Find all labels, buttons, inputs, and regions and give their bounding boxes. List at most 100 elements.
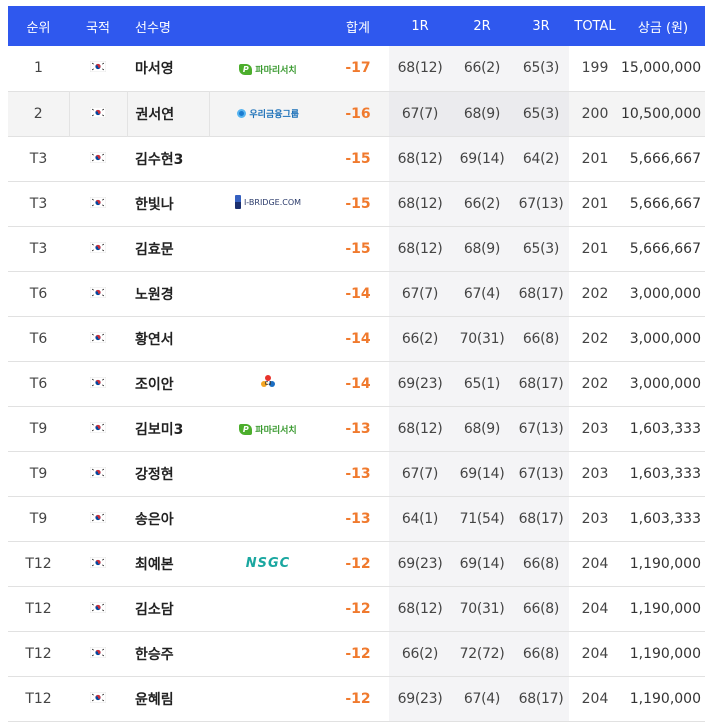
table-row[interactable]: T9 강정현 -13 67(7) 69(14) 67(13) 203 1,603,333 bbox=[8, 451, 705, 496]
sponsor-cell bbox=[209, 496, 327, 541]
round-2-score: 69(14) bbox=[451, 451, 513, 496]
table-row[interactable]: T6 조이안 CJ -14 69(23) 65(1) 68(17) 202 3,000,000 bbox=[8, 361, 705, 406]
table-row[interactable]: T6 황연서 -14 66(2) 70(31) 66(8) 202 3,000,000 bbox=[8, 316, 705, 361]
korea-flag-icon bbox=[89, 376, 107, 392]
total-strokes: 199 bbox=[581, 60, 609, 77]
round-2-score: 66(2) bbox=[451, 46, 513, 91]
round-1-score: 68(12) bbox=[389, 181, 451, 226]
round-1-score: 68(12) bbox=[389, 406, 451, 451]
korea-flag-icon bbox=[89, 286, 107, 302]
player-name-link[interactable]: 김효문 bbox=[127, 226, 209, 271]
round-1-score: 68(12) bbox=[389, 136, 451, 181]
korea-flag-icon bbox=[89, 601, 107, 617]
player-name-link[interactable]: 마서영 bbox=[127, 46, 209, 91]
table-row[interactable]: T12 김소담 -12 68(12) 70(31) 66(8) 204 1,190,000 bbox=[8, 586, 705, 631]
player-name-link[interactable]: 강정현 bbox=[127, 451, 209, 496]
header-rank: 순위 bbox=[26, 20, 51, 36]
table-row[interactable]: T12 최예본 NSGC -12 69(23) 69(14) 66(8) 204 1,190,0… bbox=[8, 541, 705, 586]
korea-flag-icon bbox=[89, 196, 107, 212]
player-name-link[interactable]: 김소담 bbox=[127, 586, 209, 631]
total-score: -13 bbox=[345, 465, 371, 482]
prize-money: 10,500,000 bbox=[621, 105, 702, 122]
player-name-link[interactable]: 김보미3 bbox=[127, 406, 209, 451]
table-row[interactable]: 2 권서연 우리금융그룹 -16 67(7) 68(9) 65(3) 200 10,500,00… bbox=[8, 91, 705, 136]
nation-cell bbox=[69, 226, 127, 271]
prize-money: 1,603,333 bbox=[629, 465, 701, 482]
round-3-score: 68(17) bbox=[513, 496, 569, 541]
header-prize: 상금 (원) bbox=[637, 20, 689, 36]
svg-text:CJ: CJ bbox=[265, 381, 272, 387]
total-score: -12 bbox=[345, 555, 371, 572]
sponsor-cell: P 파마리서치 bbox=[209, 406, 327, 451]
player-name-link[interactable]: 황연서 bbox=[127, 316, 209, 361]
round-3-score: 66(8) bbox=[513, 631, 569, 676]
rank-cell: T12 bbox=[25, 690, 52, 707]
rank-cell: T9 bbox=[29, 465, 48, 482]
ibridge-logo: I-BRIDGE.COM bbox=[234, 194, 301, 210]
round-3-score: 67(13) bbox=[513, 451, 569, 496]
prize-money: 15,000,000 bbox=[621, 60, 702, 77]
rank-cell: T9 bbox=[29, 510, 48, 527]
table-row[interactable]: T3 김효문 -15 68(12) 68(9) 65(3) 201 5,666,667 bbox=[8, 226, 705, 271]
sponsor-cell bbox=[209, 676, 327, 721]
total-score: -12 bbox=[345, 645, 371, 662]
player-name-link[interactable]: 김수현3 bbox=[127, 136, 209, 181]
table-row[interactable]: T12 한승주 -12 66(2) 72(72) 66(8) 204 1,190,000 bbox=[8, 631, 705, 676]
sponsor-cell: P 파마리서치 bbox=[209, 46, 327, 91]
table-row[interactable]: T9 송은아 -13 64(1) 71(54) 68(17) 203 1,603,333 bbox=[8, 496, 705, 541]
round-1-score: 66(2) bbox=[389, 316, 451, 361]
nation-cell bbox=[69, 496, 127, 541]
prize-money: 1,190,000 bbox=[629, 690, 701, 707]
sponsor-cell: 우리금융그룹 bbox=[209, 91, 327, 136]
player-name-link[interactable]: 최예본 bbox=[127, 541, 209, 586]
total-strokes: 204 bbox=[581, 690, 609, 707]
header-round-2: 2R bbox=[473, 18, 491, 34]
round-3-score: 67(13) bbox=[513, 181, 569, 226]
player-name-link[interactable]: 윤혜림 bbox=[127, 676, 209, 721]
player-name-link[interactable]: 노원경 bbox=[127, 271, 209, 316]
round-1-score: 69(23) bbox=[389, 361, 451, 406]
header-player: 선수명 bbox=[135, 20, 171, 36]
prize-money: 5,666,667 bbox=[629, 195, 701, 212]
prize-money: 1,190,000 bbox=[629, 600, 701, 617]
round-2-score: 66(2) bbox=[451, 181, 513, 226]
round-3-score: 66(8) bbox=[513, 316, 569, 361]
nation-cell bbox=[69, 181, 127, 226]
total-score: -15 bbox=[345, 150, 371, 167]
nation-cell bbox=[69, 46, 127, 91]
player-name-link[interactable]: 한승주 bbox=[127, 631, 209, 676]
pharmaresearch-logo: P 파마리서치 bbox=[239, 61, 297, 77]
round-3-score: 64(2) bbox=[513, 136, 569, 181]
table-row[interactable]: T3 한빛나 I-BRIDGE.COM -15 68(12) 66(2) 67(13) 201… bbox=[8, 181, 705, 226]
total-strokes: 201 bbox=[581, 240, 609, 257]
sponsor-cell bbox=[209, 136, 327, 181]
table-row[interactable]: T6 노원경 -14 67(7) 67(4) 68(17) 202 3,000,000 bbox=[8, 271, 705, 316]
round-3-score: 68(17) bbox=[513, 676, 569, 721]
nation-cell bbox=[69, 361, 127, 406]
total-strokes: 203 bbox=[581, 420, 609, 437]
table-row[interactable]: T9 김보미3 P 파마리서치 -13 68(12) 68(9) 67(13) 203 1,603… bbox=[8, 406, 705, 451]
nation-cell bbox=[69, 631, 127, 676]
korea-flag-icon bbox=[89, 466, 107, 482]
rank-cell: T12 bbox=[25, 645, 52, 662]
round-2-score: 68(9) bbox=[451, 406, 513, 451]
round-3-score: 67(13) bbox=[513, 406, 569, 451]
table-row[interactable]: T12 윤혜림 -12 69(23) 67(4) 68(17) 204 1,190,000 bbox=[8, 676, 705, 721]
player-name-link[interactable]: 권서연 bbox=[127, 91, 210, 136]
total-score: -14 bbox=[345, 285, 371, 302]
round-3-score: 65(3) bbox=[513, 46, 569, 91]
nation-cell bbox=[69, 91, 128, 136]
player-name-link[interactable]: 송은아 bbox=[127, 496, 209, 541]
rank-cell: T3 bbox=[29, 240, 48, 257]
round-1-score: 69(23) bbox=[389, 541, 451, 586]
table-row[interactable]: T3 김수현3 -15 68(12) 69(14) 64(2) 201 5,666,667 bbox=[8, 136, 705, 181]
cj-logo: CJ bbox=[260, 374, 276, 390]
prize-money: 1,190,000 bbox=[629, 555, 701, 572]
round-2-score: 70(31) bbox=[451, 316, 513, 361]
round-1-score: 64(1) bbox=[389, 496, 451, 541]
table-row[interactable]: 1 마서영 P 파마리서치 -17 68(12) 66(2) 65(3) 199 15,000,0… bbox=[8, 46, 705, 91]
player-name-link[interactable]: 한빛나 bbox=[127, 181, 209, 226]
player-name-link[interactable]: 조이안 bbox=[127, 361, 209, 406]
round-1-score: 68(12) bbox=[389, 226, 451, 271]
sponsor-cell bbox=[209, 631, 327, 676]
